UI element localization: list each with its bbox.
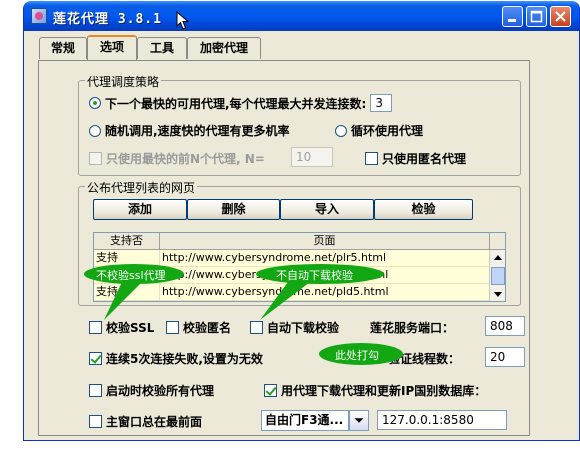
table-scrollbar[interactable] <box>489 250 505 301</box>
tab-options[interactable]: 选项 <box>87 35 137 60</box>
radio-fastest-indicator[interactable] <box>89 97 101 109</box>
radio-cycle[interactable]: 循环使用代理 <box>335 122 423 139</box>
always-on-top-checkbox[interactable]: 主窗口总在最前面 <box>89 413 202 430</box>
close-icon <box>555 11 566 22</box>
tab-tools[interactable]: 工具 <box>137 37 187 59</box>
scroll-thumb[interactable] <box>491 267 505 285</box>
radio-random-label: 随机调用,速度快的代理有更多机率 <box>105 124 290 138</box>
verify-on-start-checkbox[interactable]: 启动时校验所有代理 <box>89 382 214 399</box>
mouse-cursor-icon <box>176 11 190 30</box>
annotation-no-auto: 不自动下载校验 <box>248 262 388 322</box>
bubble-text-check-here: 此处打勾 <box>335 349 379 362</box>
max-connections-field[interactable]: 3 <box>370 94 393 112</box>
verify-ssl-box[interactable] <box>89 321 102 334</box>
use-proxy-update-label: 用代理下载代理和更新IP国别数据库： <box>281 384 487 398</box>
close-button[interactable] <box>550 6 571 27</box>
scroll-up-icon[interactable] <box>491 251 505 265</box>
proxy-combo[interactable]: 自由门F3通... <box>261 410 369 431</box>
publish-legend: 公布代理列表的网页 <box>85 179 198 196</box>
only-fastest-label: 只使用最快的前N个代理, N= <box>106 152 265 166</box>
maximize-button[interactable] <box>526 6 547 27</box>
threads-field[interactable]: 20 <box>485 347 525 367</box>
auto-download-box[interactable] <box>250 321 263 334</box>
minimize-button[interactable] <box>502 6 523 27</box>
verify-button[interactable]: 检验 <box>374 199 473 220</box>
verify-anon-box[interactable] <box>166 321 179 334</box>
radio-random[interactable]: 随机调用,速度快的代理有更多机率 <box>89 122 290 139</box>
radio-fastest[interactable]: 下一个最快的可用代理,每个代理最大并发连接数: 3 <box>89 94 393 112</box>
minimize-icon <box>508 19 516 22</box>
radio-random-indicator[interactable] <box>89 124 101 137</box>
publish-toolbar: 添加 删除 导入 检验 <box>93 199 473 220</box>
col-support-header[interactable]: 支持否 <box>94 233 160 249</box>
table-header: 支持否 页面 <box>94 233 505 250</box>
chevron-down-icon <box>354 418 364 423</box>
only-fastest-checkbox[interactable]: 只使用最快的前N个代理, N= <box>89 150 265 167</box>
proxy-address-field[interactable]: 127.0.0.1:8580 <box>377 410 507 430</box>
use-proxy-update-checkbox[interactable]: 用代理下载代理和更新IP国别数据库： <box>264 382 486 399</box>
n-value-field[interactable]: 10 <box>291 147 333 167</box>
tab-general[interactable]: 常规 <box>39 37 87 59</box>
fail-invalid-box[interactable] <box>89 352 102 365</box>
use-proxy-update-box[interactable] <box>264 384 277 397</box>
only-anon-checkbox[interactable]: 只使用匿名代理 <box>365 150 466 167</box>
delete-button[interactable]: 删除 <box>187 199 280 220</box>
strategy-legend: 代理调度策略 <box>85 73 162 90</box>
window-title: 莲花代理 3.8.1 <box>53 12 162 27</box>
annotation-check-here: 此处打勾 <box>318 342 408 366</box>
always-on-top-box[interactable] <box>89 415 102 428</box>
app-icon <box>31 8 47 24</box>
verify-on-start-label: 启动时校验所有代理 <box>106 384 215 398</box>
only-anon-box[interactable] <box>365 152 378 165</box>
only-fastest-box[interactable] <box>89 152 102 165</box>
always-on-top-label: 主窗口总在最前面 <box>106 415 203 429</box>
only-anon-label: 只使用匿名代理 <box>382 152 467 166</box>
annotation-no-ssl: 不校验ssl代理 <box>82 262 192 322</box>
tab-encrypted-proxy[interactable]: 加密代理 <box>187 37 261 59</box>
fail-invalid-label: 连续5次连接失败,设置为无效 <box>106 352 263 366</box>
bubble-text-no-auto: 不自动下载校验 <box>276 269 353 282</box>
port-field[interactable]: 808 <box>485 316 525 336</box>
col-page-header[interactable]: 页面 <box>160 233 490 249</box>
maximize-icon <box>530 10 543 23</box>
scroll-down-icon[interactable] <box>491 287 505 301</box>
proxy-combo-value[interactable]: 自由门F3通... <box>261 410 349 431</box>
radio-cycle-label: 循环使用代理 <box>351 124 424 138</box>
verify-on-start-box[interactable] <box>89 384 102 397</box>
title-bar[interactable]: 莲花代理 3.8.1 <box>24 1 579 31</box>
add-button[interactable]: 添加 <box>93 199 187 220</box>
bubble-text-no-ssl: 不校验ssl代理 <box>96 269 166 282</box>
radio-fastest-label: 下一个最快的可用代理,每个代理最大并发连接数: <box>105 96 367 111</box>
fail-invalid-checkbox[interactable]: 连续5次连接失败,设置为无效 <box>89 350 263 367</box>
radio-cycle-indicator[interactable] <box>335 124 347 137</box>
combo-dropdown-button[interactable] <box>349 410 369 431</box>
import-button[interactable]: 导入 <box>280 199 374 220</box>
